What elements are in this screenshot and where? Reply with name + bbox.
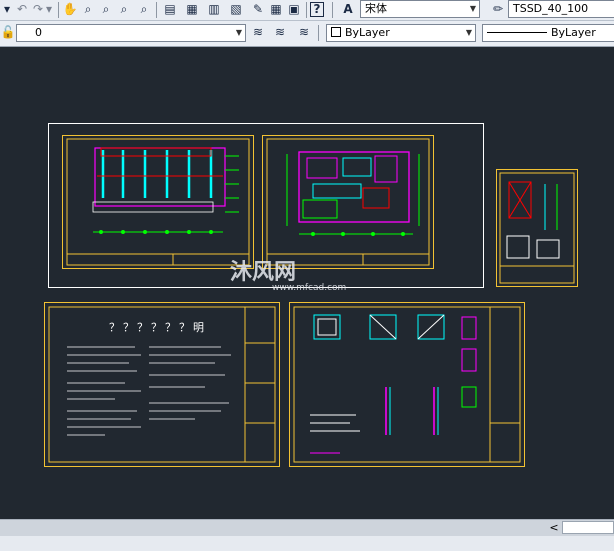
chevron-down-icon: ▼ <box>235 28 243 37</box>
scroll-thumb[interactable] <box>562 521 614 534</box>
layer-states-icon[interactable]: ≋ <box>296 25 312 40</box>
floor-plan-1-graphic <box>66 138 250 266</box>
properties-icon[interactable]: ▤ <box>162 2 178 17</box>
status-strip <box>0 536 614 551</box>
design-notes-drawing[interactable]: ？？？？？？明 <box>44 302 280 467</box>
structural-details-graphic <box>293 306 521 463</box>
watermark-brand: 沐风网 <box>230 260 297 285</box>
floor-plan-drawing-2[interactable] <box>262 135 434 269</box>
zoom-previous-icon[interactable]: ⌕ <box>116 2 132 17</box>
text-style-select[interactable]: TSSD_40_100 <box>508 0 614 18</box>
quickcalc-icon[interactable]: ▣ <box>286 2 302 17</box>
linetype-select[interactable]: ByLayer <box>482 24 614 42</box>
color-select-value: ByLayer <box>345 26 390 39</box>
floor-plan-drawing-1[interactable] <box>62 135 254 269</box>
linetype-preview <box>487 32 547 33</box>
standard-toolbar: ▾ ↶ ↷ ▾ ✋ ⌕ ⌕ ⌕ ⌕ ▤ ▦ ▥ ▧ ✎ ▦ ▣ ? A 宋体 ▼… <box>0 0 614 21</box>
layers-toolbar: 🔓 0 ▼ ≋ ≋ ≋ ByLayer ▼ ByLayer <box>0 21 614 47</box>
calculator-icon[interactable]: ▦ <box>268 2 284 17</box>
chevron-down-icon: ▼ <box>469 4 477 13</box>
floor-plan-2-graphic <box>266 138 430 266</box>
color-select[interactable]: ByLayer ▼ <box>326 24 476 42</box>
model-space-canvas[interactable]: ？？？？？？明 沐风网 www.mfcad.com <box>0 47 614 519</box>
toolbar-divider <box>306 2 307 18</box>
toolbar-divider <box>156 2 157 18</box>
pencil-icon[interactable]: ✏ <box>490 2 506 17</box>
tool-palettes-icon[interactable]: ▥ <box>206 2 222 17</box>
detail-drawing-small[interactable] <box>496 169 578 287</box>
chevron-down-icon: ▼ <box>465 28 473 37</box>
pan-hand-icon[interactable]: ✋ <box>62 2 78 17</box>
detail-small-graphic <box>499 172 575 284</box>
toolbar-divider <box>318 25 319 41</box>
text-style-a-icon[interactable]: A <box>340 2 356 17</box>
zoom-extents-icon[interactable]: ⌕ <box>136 2 152 17</box>
linetype-select-value: ByLayer <box>551 26 596 39</box>
notes-title: ？？？？？？明 <box>109 321 207 334</box>
scroll-left-button[interactable]: < <box>546 520 562 535</box>
zoom-window-icon[interactable]: ⌕ <box>98 2 114 17</box>
toolbar-divider <box>58 2 59 18</box>
zoom-realtime-icon[interactable]: ⌕ <box>80 2 96 17</box>
color-swatch <box>331 27 341 37</box>
sheet-set-icon[interactable]: ▧ <box>228 2 244 17</box>
watermark-url: www.mfcad.com <box>272 283 347 293</box>
undo-icon[interactable]: ↶ <box>14 2 30 17</box>
text-style-value: TSSD_40_100 <box>513 2 589 15</box>
font-select-value: 宋体 <box>365 2 387 15</box>
horizontal-scrollbar[interactable]: < <box>0 519 614 536</box>
layer-select-value: 0 <box>35 26 42 39</box>
make-current-layer-icon[interactable]: ≋ <box>250 25 266 40</box>
dropdown-arrow-icon[interactable]: ▾ <box>2 2 12 17</box>
font-select[interactable]: 宋体 ▼ <box>360 0 480 18</box>
layer-previous-icon[interactable]: ≋ <box>272 25 288 40</box>
structural-details-drawing[interactable] <box>289 302 525 467</box>
design-center-icon[interactable]: ▦ <box>184 2 200 17</box>
layer-lock-icon[interactable]: 🔓 <box>0 25 16 40</box>
markup-icon[interactable]: ✎ <box>250 2 266 17</box>
redo-dropdown-icon[interactable]: ▾ <box>44 2 54 17</box>
layer-select[interactable]: 0 ▼ <box>16 24 246 42</box>
question-icon[interactable]: ? <box>310 2 324 17</box>
toolbar-divider <box>332 2 333 18</box>
